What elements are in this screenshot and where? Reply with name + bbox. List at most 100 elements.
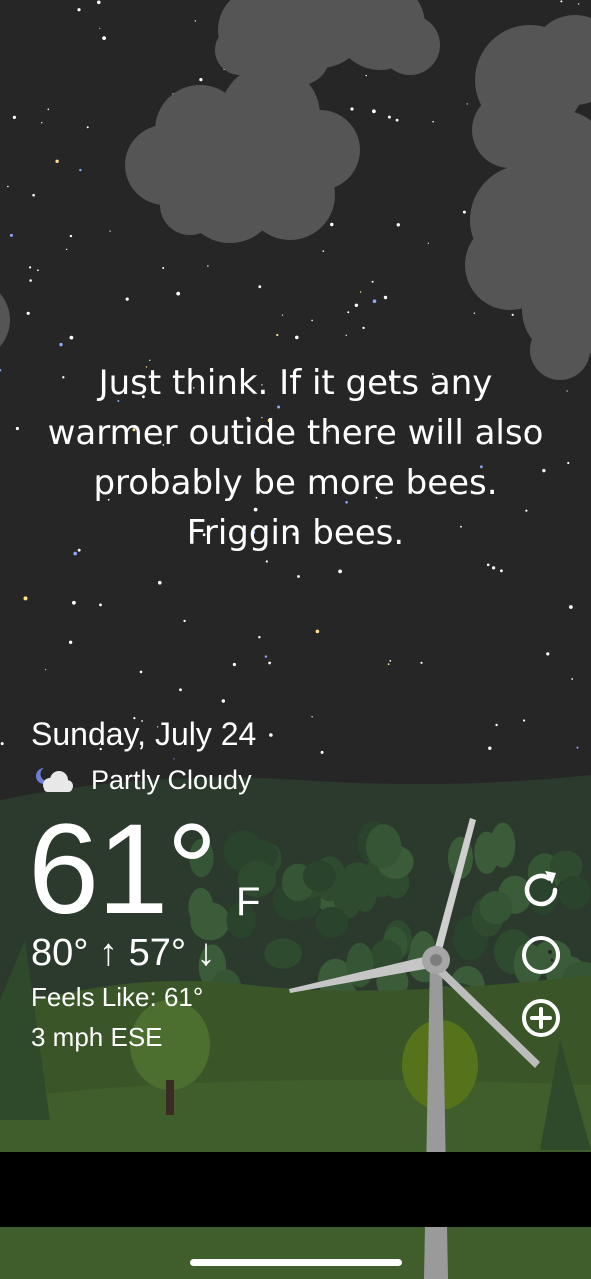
star [29,279,32,282]
star [69,335,74,340]
star [389,660,392,662]
tree [303,860,336,892]
star [179,688,182,692]
star [395,118,399,122]
star [59,342,63,347]
partly-cloudy-night-icon [36,767,73,792]
refresh-button[interactable] [518,867,564,913]
star [462,210,466,214]
star [68,640,73,644]
star [362,326,365,330]
star [199,78,203,82]
star [571,678,574,680]
star [365,74,367,77]
star [546,652,550,656]
star [86,126,89,129]
star [281,314,284,316]
home-indicator[interactable] [190,1259,402,1266]
star [432,120,434,123]
star [77,8,81,12]
star [26,311,30,315]
star [311,319,313,322]
condition-row: Partly Cloudy [32,762,252,798]
star [55,159,59,163]
star [29,266,32,269]
tree [365,824,402,869]
star [65,248,68,251]
star [576,746,579,749]
star [577,3,580,5]
star [466,103,469,105]
moon-theme-icon [522,936,560,974]
scenic-background [0,0,591,1279]
star [258,285,262,289]
quote-line-3: probably be more bees. [93,463,498,503]
star [0,742,4,746]
star [320,750,324,754]
star [264,655,268,658]
quote-line-2: warmer outide there will also [47,413,544,453]
star [109,230,111,232]
star [15,426,19,431]
star [268,661,271,665]
temperature-unit[interactable]: F [236,880,260,925]
add-location-button[interactable] [518,995,564,1041]
quote-line-4: Friggin bees. [186,513,405,553]
star [523,719,526,722]
quote-text: Just think. If it gets any warmer outide… [20,358,571,558]
star [176,291,181,296]
star [322,250,325,252]
star [158,580,162,585]
star [41,122,43,124]
star [69,234,73,238]
star [97,0,101,5]
star [23,596,28,601]
star [569,605,573,609]
star [420,661,423,664]
star [269,733,273,737]
star [7,185,9,188]
bottom-bar [0,1152,591,1227]
star [79,168,82,172]
feels-like-label: Feels Like: 61° [31,982,204,1012]
date-label: Sunday, July 24 [31,716,257,752]
theme-button[interactable] [518,932,564,978]
star [297,575,300,578]
star [359,291,362,293]
star [560,0,563,3]
current-temperature: 61° [28,798,218,941]
star [354,303,359,307]
star [47,108,50,111]
star [511,313,514,316]
star [72,600,76,605]
star [102,36,106,40]
star [173,758,175,760]
star [387,115,391,119]
star [9,233,13,237]
wind-label: 3 mph ESE [31,1022,163,1052]
star [383,295,388,300]
star [315,629,320,634]
star [427,242,429,244]
tree [315,907,349,939]
star [276,333,279,337]
star [162,267,165,269]
star [12,115,16,119]
star [183,619,186,623]
star [347,311,350,314]
star [232,662,236,667]
star [221,699,225,703]
star [207,265,209,267]
app-screen: Just think. If it gets any warmer outide… [0,0,591,1279]
star [492,566,496,570]
star [500,569,503,573]
star [258,636,261,639]
star [44,668,47,671]
star [338,569,342,574]
tree [338,862,377,904]
high-low-temperature: 80° ↑ 57° ↓ [31,932,216,974]
star [371,280,374,283]
tree [474,831,500,874]
add-location-icon [522,999,560,1037]
star [330,222,334,227]
